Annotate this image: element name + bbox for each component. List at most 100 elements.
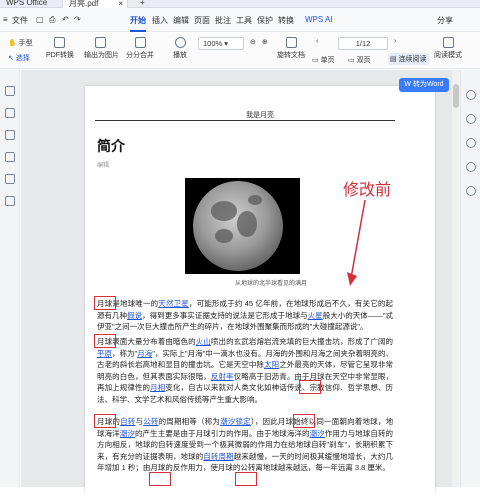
double-page-button[interactable]: ▭ 双页 [348,55,371,65]
pdf-page: 我是月亮 简介 编辑 从地球的北半球看见的满月 修改前 月球是地球唯一的天然卫星… [85,86,435,496]
image-caption: 从地球的北半球看见的满月 [235,281,308,287]
tab-document-label: 月亮.pdf [69,0,99,8]
hyperlink[interactable]: 周期 [218,452,233,461]
properties-icon[interactable] [466,90,476,100]
menu-comment[interactable]: 批注 [215,15,231,26]
export-image-label: 输出为图片 [84,52,119,59]
hand-tool-label: 手型 [18,40,33,47]
hamburger-icon[interactable]: ≡ [3,15,8,24]
comment-icon[interactable] [5,130,15,140]
tab-wps-office[interactable]: WPS Office [0,0,53,8]
save-icon[interactable]: ▢ [36,15,44,24]
highlight-box [299,380,321,394]
menu-insert[interactable]: 插入 [152,15,168,26]
paragraph-2: 月球表面大量分布着由暗色的火山喷出的玄武岩熔岩流充填的巨大撞击坑，形成了广阔的平… [97,336,393,405]
select-tool-button[interactable]: ↖ 选择 [8,53,30,63]
hyperlink[interactable]: 月海 [137,349,152,358]
print-icon[interactable]: ⎙ [49,15,55,25]
word-icon: W [404,81,412,88]
hyperlink[interactable]: 潮汐锁定 [220,417,251,426]
hyperlink[interactable]: 假说 [127,311,142,320]
reading-mode-label: 阅读模式 [434,52,462,59]
new-tab-icon[interactable]: + [134,0,151,8]
menu-page[interactable]: 页面 [194,15,210,26]
menu-start[interactable]: 开始 [130,15,146,32]
undo-icon[interactable]: ↶ [62,15,69,24]
play-icon [174,37,186,48]
rotate-button[interactable]: 旋转文档 [276,37,306,60]
annotation-arrow [347,199,366,286]
highlight-box [235,472,257,486]
play-label: 播放 [173,52,187,59]
vertical-scrollbar[interactable] [452,70,460,487]
hyperlink[interactable]: 月相 [150,383,165,392]
hyperlink[interactable]: 公转 [143,417,158,426]
page-number-input[interactable]: 1/12 [338,37,388,50]
text-run: ，得到更多事实证据支持的说法是它形成于地球与 [142,310,308,320]
prev-page-icon[interactable]: ‹ [316,38,318,45]
continuous-read-button[interactable]: ▤ 连续阅读 [388,53,429,65]
thumbnail-icon[interactable] [5,86,15,96]
image-icon [94,37,106,48]
convert-to-word-label: 转为Word [412,81,444,88]
text-run: 表面大量分布着由暗色的 [112,337,196,346]
hand-tool-button[interactable]: ✋ 手型 [8,38,33,48]
hyperlink[interactable]: 火星 [308,311,323,320]
single-page-button[interactable]: ▭ 单页 [312,55,335,65]
text-run: 是地球唯一的 [112,299,159,308]
paragraph-3: 月球的自转与公转的周期相等（称为潮汐锁定），因此月球始终以同一面朝向着地球，地球… [97,416,393,474]
split-merge-button[interactable]: 分分合并 [126,37,154,60]
highlight-box [293,414,315,428]
right-sidebar [460,70,480,487]
annotation-text: 修改前 [343,182,392,199]
hyperlink[interactable]: 潮汐 [310,429,325,438]
translate-icon[interactable] [466,162,476,172]
hyperlink[interactable]: 天然卫星 [158,299,189,308]
menu-protect[interactable]: 保护 [257,15,273,26]
hyperlink[interactable]: 平原 [97,349,112,358]
continuous-read-label: 连续阅读 [398,56,427,63]
menu-convert[interactable]: 转换 [278,15,294,26]
zoom-out-icon[interactable]: ⊖ [250,38,256,46]
hyperlink[interactable]: 反射率 [211,372,234,381]
signature-icon[interactable] [5,174,15,184]
next-page-icon[interactable]: › [394,38,396,45]
tab-document[interactable]: 月亮.pdf × [62,0,128,8]
edit-link[interactable]: 编辑 [97,160,109,169]
redo-icon[interactable]: ↷ [74,15,81,24]
text-run: 喷出的玄武岩熔岩流充填的巨大撞击坑，形成了广阔的 [210,337,394,346]
menu-tools[interactable]: 工具 [236,15,252,26]
reading-mode-button[interactable]: 阅读模式 [432,37,464,60]
hyperlink[interactable]: 自转 [120,417,135,426]
text-run: 引力的作用。由于地球海洋的 [210,428,310,438]
text-run: 的反作用力，使 [165,463,218,472]
book-icon [442,37,454,48]
zoom-in-icon[interactable]: ⊕ [262,38,268,46]
search-icon[interactable] [466,138,476,148]
share-icon[interactable] [466,186,476,196]
select-tool-label: 选择 [15,55,30,62]
hyperlink[interactable]: 潮汐 [120,429,135,438]
layers-icon[interactable] [5,196,15,206]
export-image-button[interactable]: 输出为图片 [84,37,119,60]
menu-wps-ai[interactable]: WPS AI [305,15,333,24]
rotate-label: 旋转文档 [277,52,305,59]
running-head: 我是月亮 [246,112,274,119]
bookmark-icon[interactable] [5,108,15,118]
convert-to-word-button[interactable]: W 转为Word [399,78,449,92]
menu-file[interactable]: 文件 [12,15,28,26]
zoom-select[interactable]: 100% ▾ [198,37,244,50]
hyperlink[interactable]: 自转 [203,452,218,461]
menu-share[interactable]: 分享 [437,15,453,26]
hyperlink[interactable]: 太阳 [264,360,279,369]
attachment-icon[interactable] [5,152,15,162]
menu-edit[interactable]: 编辑 [173,15,189,26]
play-button[interactable]: 播放 [170,37,190,60]
scrollbar-thumb[interactable] [453,84,459,108]
menu-bar: ≡ 文件 ▢ ⎙ ↶ ↷ 开始 插入 编辑 页面 批注 工具 保护 转换 WPS… [0,8,480,32]
keyword-text: 月球 [195,428,211,438]
settings-icon[interactable] [466,114,476,124]
text-run: ），因此 [250,417,278,426]
hyperlink[interactable]: 火山 [196,337,211,346]
pdf-convert-button[interactable]: PDF转换 [46,37,74,60]
